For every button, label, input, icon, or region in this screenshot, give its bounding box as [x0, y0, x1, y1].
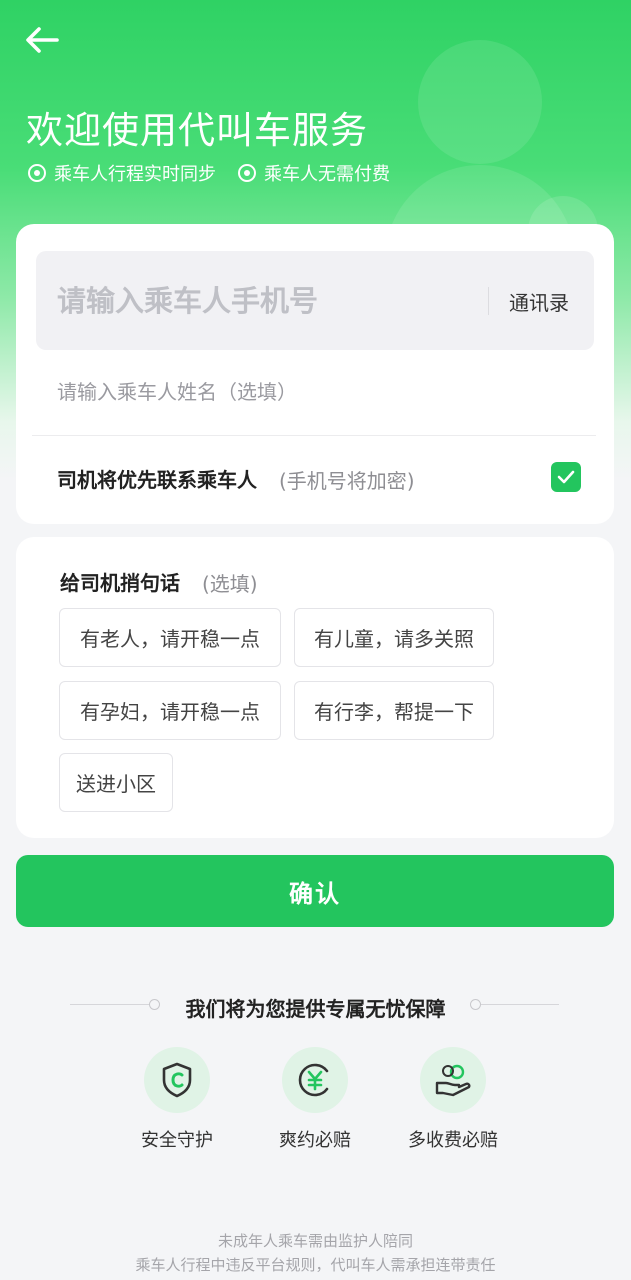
contacts-button[interactable]: 通讯录 — [509, 287, 569, 316]
radio-dot-icon — [28, 164, 46, 182]
feature-item: 乘车人行程实时同步 — [28, 160, 216, 186]
back-button[interactable] — [22, 22, 62, 58]
phone-input[interactable] — [36, 251, 486, 350]
guarantee-title: 我们将为您提供专属无忧保障 — [185, 997, 446, 1021]
priority-contact-label: 司机将优先联系乘车人 — [57, 468, 257, 492]
message-chip[interactable]: 有老人，请开稳一点 — [59, 608, 281, 667]
priority-contact-checkbox[interactable] — [551, 462, 581, 492]
priority-contact-note: (手机号将加密) — [279, 469, 415, 493]
decor-person-head — [418, 40, 542, 164]
check-icon — [557, 470, 575, 484]
yuan-coin-icon — [282, 1047, 348, 1113]
message-chip[interactable]: 有行李，帮提一下 — [294, 681, 494, 740]
feature-label: 乘车人行程实时同步 — [54, 164, 216, 185]
feature-list: 乘车人行程实时同步 乘车人无需付费 — [28, 160, 390, 186]
guarantee-item: 多收费必赔 — [383, 1047, 523, 1152]
back-arrow-icon — [26, 27, 59, 53]
hand-coin-icon — [420, 1047, 486, 1113]
driver-message-card: 给司机捎句话 (选填) 有老人，请开稳一点 有儿童，请多关照 有孕妇，请开稳一点… — [16, 537, 614, 838]
guarantee-item: 安全守护 — [107, 1047, 247, 1152]
guarantee-label: 爽约必赔 — [279, 1130, 351, 1151]
driver-message-title: 给司机捎句话 — [60, 571, 180, 595]
message-chip[interactable]: 有孕妇，请开稳一点 — [59, 681, 281, 740]
guarantee-item: 爽约必赔 — [245, 1047, 385, 1152]
confirm-button[interactable]: 确认 — [16, 855, 614, 927]
footer-note: 乘车人行程中违反平台规则，代叫车人需承担连带责任 — [135, 1256, 496, 1274]
passenger-card: 通讯录 司机将优先联系乘车人 (手机号将加密) — [16, 224, 614, 524]
feature-label: 乘车人无需付费 — [264, 164, 390, 185]
guarantee-label: 安全守护 — [141, 1130, 213, 1151]
divider — [32, 435, 596, 436]
feature-item: 乘车人无需付费 — [238, 160, 390, 186]
driver-message-optional: (选填) — [202, 572, 258, 596]
contacts-divider — [488, 287, 489, 315]
message-chip[interactable]: 送进小区 — [59, 753, 173, 812]
divider-line-right — [481, 1004, 559, 1005]
guarantee-label: 多收费必赔 — [408, 1130, 498, 1151]
shield-icon — [144, 1047, 210, 1113]
phone-field-box: 通讯录 — [36, 251, 594, 350]
divider-dot-right — [470, 999, 481, 1010]
name-input[interactable] — [36, 364, 594, 420]
radio-dot-icon — [238, 164, 256, 182]
page-title: 欢迎使用代叫车服务 — [26, 109, 368, 152]
footer-note: 未成年人乘车需由监护人陪同 — [217, 1232, 413, 1250]
message-chip[interactable]: 有儿童，请多关照 — [294, 608, 494, 667]
